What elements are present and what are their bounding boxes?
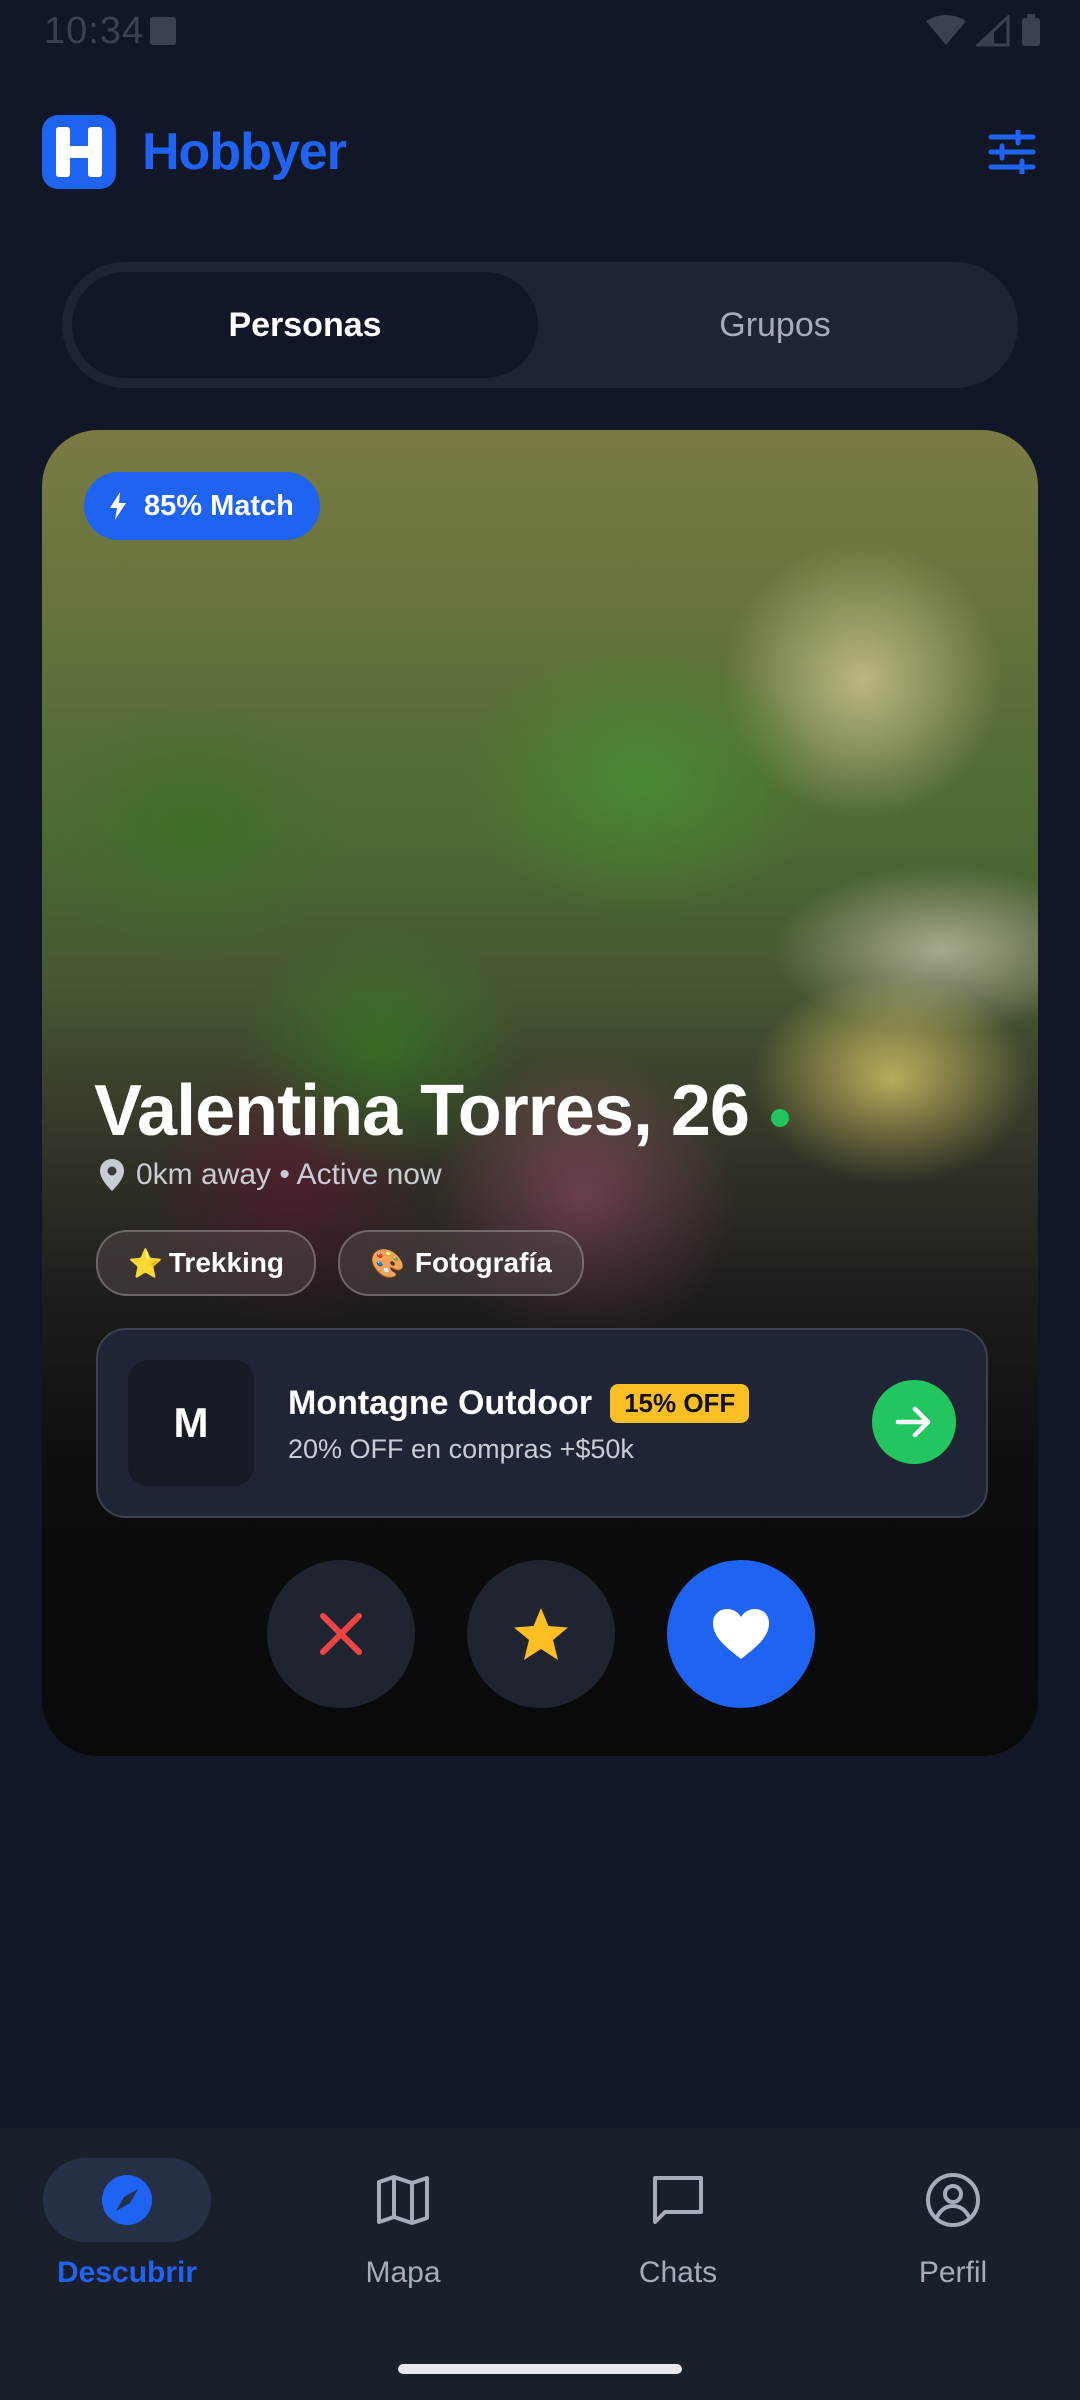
status-time: 10:34 [44,10,145,52]
nav-icon-wrap [43,2158,211,2242]
home-indicator[interactable] [398,2364,682,2374]
wifi-icon [926,15,966,45]
dislike-button[interactable] [267,1560,415,1708]
nav-perfil[interactable]: Perfil [843,2158,1063,2290]
sponsor-name: Montagne Outdoor [288,1384,593,1422]
nav-icon-wrap [843,2158,1063,2242]
superlike-button[interactable] [467,1560,615,1708]
tag-trekking[interactable]: ⭐ Trekking [96,1230,317,1296]
profile-name: Valentina Torres, 26 [94,1071,750,1151]
sim-icon [150,17,176,45]
tab-grupos[interactable]: Grupos [542,272,1008,378]
logo-h-icon [56,127,102,177]
heart-icon [713,1609,769,1659]
close-icon [320,1613,362,1655]
sponsor-promo[interactable]: M Montagne Outdoor 15% OFF 20% OFF en co… [96,1328,988,1518]
palette-emoji-icon: 🎨 [370,1247,405,1279]
profile-name-row: Valentina Torres, 26 [94,1070,789,1152]
star-icon [514,1608,568,1660]
tag-fotografia[interactable]: 🎨 Fotografía [338,1230,584,1296]
status-bar: 10:34 [0,0,1080,64]
profile-icon [926,2173,980,2227]
tag-label: Fotografía [414,1247,552,1278]
profile-meta: 0km away • Active now [100,1158,442,1192]
nav-descubrir[interactable]: Descubrir [17,2158,237,2290]
nav-label: Descubrir [56,2256,198,2289]
signal-icon [976,15,1010,47]
bottom-navigation: Descubrir Mapa Chats Perfil [0,2128,1080,2400]
compass-icon [102,2175,152,2225]
app-header: Hobbyer [42,112,1042,192]
nav-label: Chats [638,2256,718,2289]
match-text: 85% Match [144,489,294,522]
profile-card[interactable]: 85% Match Valentina Torres, 26 0km away … [42,430,1038,1756]
tag-label: Trekking [168,1247,285,1278]
sponsor-title-row: Montagne Outdoor 15% OFF [288,1384,750,1423]
nav-label: Perfil [918,2256,988,2289]
match-badge: 85% Match [84,472,320,540]
filter-icon [988,130,1036,174]
battery-icon [1022,14,1040,46]
app-name: Hobbyer [142,123,347,181]
interest-tags: ⭐ Trekking 🎨 Fotografía [96,1230,584,1296]
nav-icon-wrap [568,2158,788,2242]
tab-personas[interactable]: Personas [72,272,538,378]
nav-mapa[interactable]: Mapa [293,2158,513,2290]
online-indicator [770,1109,789,1127]
promo-open-button[interactable] [872,1380,956,1464]
chat-icon [653,2176,703,2224]
profile-meta-text: 0km away • Active now [136,1158,442,1191]
map-icon [377,2175,429,2225]
bolt-icon [110,492,126,520]
discount-badge: 15% OFF [610,1384,750,1423]
location-pin-icon [100,1159,124,1191]
nav-label: Mapa [365,2256,441,2289]
nav-chats[interactable]: Chats [568,2158,788,2290]
sponsor-subtitle: 20% OFF en compras +$50k [288,1434,634,1464]
arrow-right-icon [895,1406,931,1438]
nav-icon-wrap [293,2158,513,2242]
app-logo [42,115,116,189]
sponsor-logo: M [128,1360,254,1486]
filter-button[interactable] [982,122,1042,182]
discover-tabs: Personas Grupos [62,262,1018,388]
star-emoji-icon: ⭐ [128,1247,163,1279]
like-button[interactable] [667,1560,815,1708]
status-icons [926,14,1042,48]
